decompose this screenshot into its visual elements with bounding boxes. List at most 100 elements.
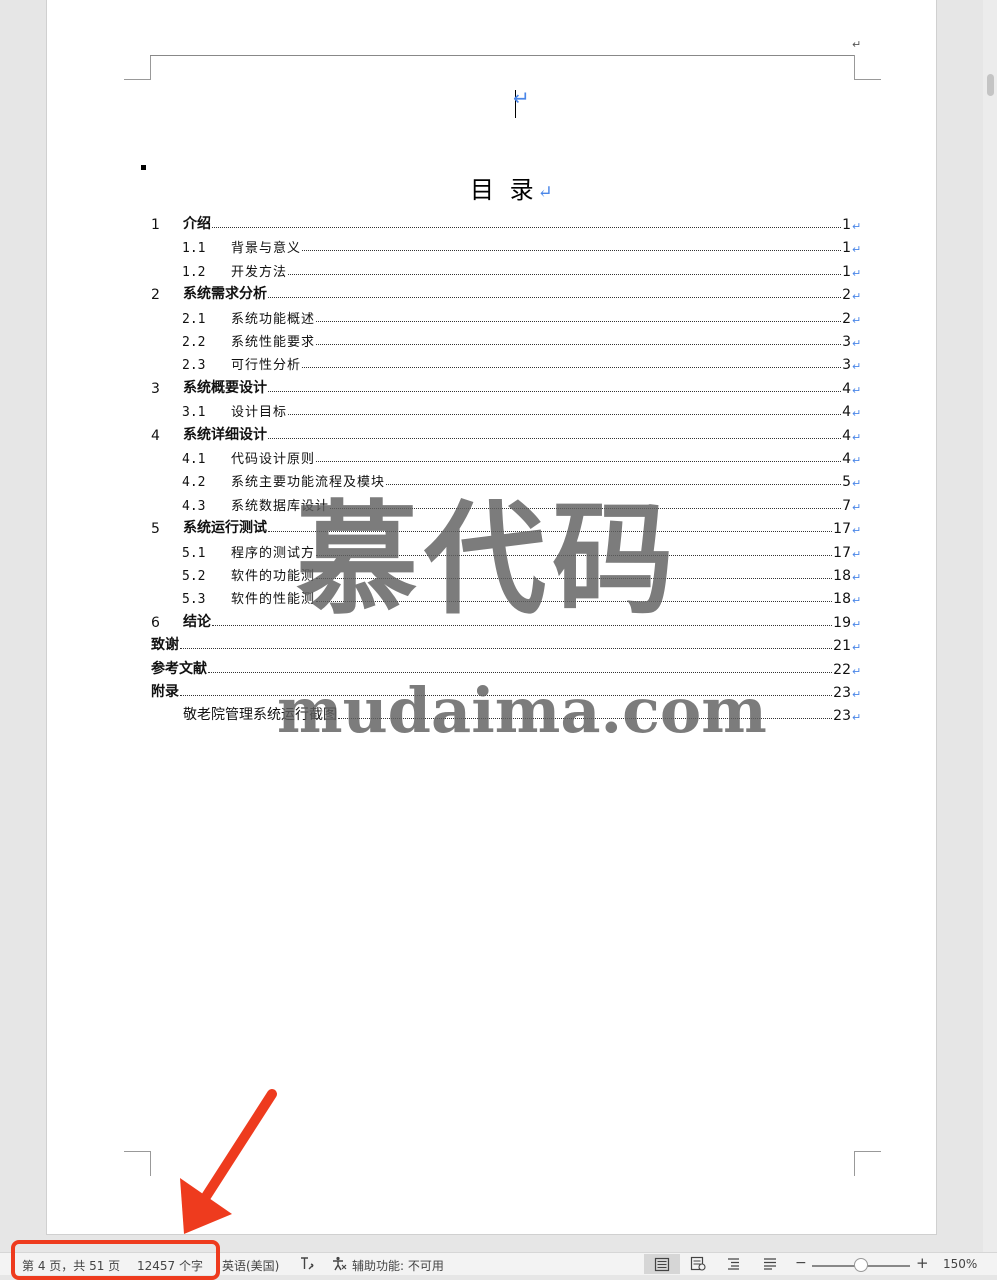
language-indicator[interactable]: 英语(美国) bbox=[222, 1257, 279, 1274]
toc-leader-dots bbox=[316, 460, 842, 462]
red-highlight-box bbox=[11, 1240, 220, 1280]
scrollbar-thumb[interactable] bbox=[987, 74, 994, 96]
toc-entry-number: 3.1 bbox=[182, 405, 206, 421]
toc-leader-dots bbox=[180, 647, 833, 650]
toc-entry[interactable]: 2.3 可行性分析 3 ↵ bbox=[151, 350, 863, 373]
toc-entry-number: 3 bbox=[151, 380, 160, 397]
toc-entry-page: 3 bbox=[842, 357, 851, 374]
arrow-shaft bbox=[195, 1089, 277, 1211]
toc-entry[interactable]: 4 系统详细设计 4 ↵ bbox=[151, 421, 863, 444]
toc-entry[interactable]: 3.1 设计目标 4 ↵ bbox=[151, 397, 863, 420]
toc-entry-number: 5.3 bbox=[182, 592, 206, 608]
track-changes-icon[interactable] bbox=[299, 1256, 315, 1271]
toc-entry-page: 23 bbox=[833, 685, 851, 701]
toc-entry-page: 21 bbox=[833, 638, 851, 655]
toc-entry-page: 4 bbox=[842, 380, 851, 397]
toc-entry[interactable]: 致谢 21 ↵ bbox=[151, 631, 863, 654]
accessibility-status[interactable]: 辅助功能: 不可用 bbox=[352, 1257, 444, 1274]
toc-entry-label: 系统性能要求 bbox=[231, 335, 316, 350]
paragraph-mark: ↵ bbox=[852, 407, 862, 421]
toc-title[interactable]: 目 录↵ bbox=[470, 170, 553, 205]
paragraph-mark: ↵ bbox=[852, 664, 862, 678]
toc-leader-dots bbox=[386, 483, 842, 486]
toc-entry[interactable]: 4.1 代码设计原则 4 ↵ bbox=[151, 444, 863, 467]
paragraph-mark: ↵ bbox=[852, 571, 862, 584]
paragraph-mark: ↵ bbox=[852, 266, 862, 280]
zoom-out-button[interactable]: − bbox=[795, 1255, 807, 1271]
toc-entry-number: 6 bbox=[151, 614, 160, 631]
toc-entry[interactable]: 1.1 背景与意义 1 ↵ bbox=[151, 233, 863, 256]
toc-entry[interactable]: 2.2 系统性能要求 3 ↵ bbox=[151, 327, 863, 350]
crop-mark-top-right bbox=[854, 55, 881, 80]
paragraph-mark: ↵ bbox=[852, 617, 862, 631]
header-return-mark: ↵ bbox=[852, 38, 862, 51]
toc-leader-dots bbox=[268, 437, 842, 439]
toc-entry-page: 5 bbox=[842, 474, 851, 491]
toc-entry-number: 5.1 bbox=[182, 545, 206, 561]
toc-title-text: 目 录 bbox=[470, 176, 538, 204]
toc-entry-number: 1.1 bbox=[182, 241, 206, 257]
outline-icon[interactable] bbox=[726, 1256, 742, 1271]
toc-entry-page: 23 bbox=[833, 708, 851, 725]
toc-entry-page: 3 bbox=[842, 334, 851, 350]
toc-entry[interactable]: 1 介绍 1 ↵ bbox=[151, 210, 863, 233]
toc-entry-page: 4 bbox=[842, 451, 851, 467]
crop-mark-bottom-left bbox=[124, 1151, 151, 1176]
draft-icon[interactable] bbox=[762, 1256, 778, 1271]
toc-entry-page: 7 bbox=[842, 497, 851, 514]
toc-entry-label: 开发方法 bbox=[231, 264, 288, 280]
toc-entry-label: 系统详细设计 bbox=[183, 426, 267, 443]
vertical-scrollbar[interactable] bbox=[983, 0, 997, 1252]
toc-entry-number: 5.2 bbox=[182, 569, 206, 584]
toc-entry[interactable]: 2.1 系统功能概述 2 ↵ bbox=[151, 304, 863, 327]
toc-entry-number: 2.2 bbox=[182, 335, 206, 350]
paragraph-mark: ↵ bbox=[852, 500, 862, 514]
paragraph-mark: ↵ bbox=[852, 524, 862, 538]
toc-entry-label: 结论 bbox=[183, 613, 211, 630]
toc-leader-dots bbox=[212, 226, 842, 228]
arrow-head bbox=[180, 1178, 232, 1234]
paragraph-mark: ↵ bbox=[852, 220, 862, 233]
paragraph-mark: ↵ bbox=[852, 477, 862, 491]
toc-entry-page: 1 bbox=[842, 240, 851, 257]
toc-entry-label: 设计目标 bbox=[231, 405, 288, 421]
paragraph-mark: ↵ bbox=[852, 547, 862, 561]
toc-entry-page: 2 bbox=[842, 310, 851, 327]
accessibility-icon[interactable] bbox=[331, 1256, 347, 1271]
toc-entry-page: 17 bbox=[833, 521, 851, 538]
toc-entry[interactable]: 2 系统需求分析 2 ↵ bbox=[151, 280, 863, 303]
paragraph-mark: ↵ bbox=[852, 243, 862, 257]
toc-entry-label: 致谢 bbox=[151, 637, 179, 654]
paragraph-mark: ↵ bbox=[513, 86, 530, 110]
toc-leader-dots bbox=[288, 413, 842, 416]
toc-entry-number: 1.2 bbox=[182, 264, 206, 280]
anchor-marker bbox=[141, 165, 146, 170]
toc-entry-page: 19 bbox=[833, 614, 851, 631]
toc-entry-number: 2.1 bbox=[182, 311, 206, 327]
toc-leader-dots bbox=[288, 273, 842, 275]
toc-entry[interactable]: 3 系统概要设计 4 ↵ bbox=[151, 374, 863, 397]
header-rule bbox=[150, 55, 854, 56]
watermark-english: mudaima.com bbox=[277, 674, 767, 747]
print-layout-icon bbox=[654, 1257, 670, 1272]
toc-entry-label: 系统运行测试 bbox=[183, 520, 267, 537]
zoom-in-button[interactable]: + bbox=[916, 1254, 929, 1272]
web-layout-icon[interactable] bbox=[690, 1256, 706, 1271]
toc-entry[interactable]: 1.2 开发方法 1 ↵ bbox=[151, 257, 863, 280]
toc-entry-page: 4 bbox=[842, 404, 851, 421]
watermark-chinese: 慕代码 bbox=[296, 487, 680, 631]
paragraph-mark: ↵ bbox=[852, 290, 862, 304]
toc-entry-number: 4.1 bbox=[182, 452, 206, 467]
toc-leader-dots bbox=[302, 249, 842, 252]
toc-leader-dots bbox=[208, 671, 833, 673]
toc-entry-label: 系统功能概述 bbox=[231, 311, 316, 327]
toc-entry-label: 附录 bbox=[151, 684, 179, 700]
toc-title-mark: ↵ bbox=[537, 182, 553, 203]
zoom-level[interactable]: 150% bbox=[943, 1257, 977, 1271]
crop-mark-bottom-right bbox=[854, 1151, 881, 1176]
toc-entry-page: 1 bbox=[842, 217, 851, 233]
toc-entry-number: 4.2 bbox=[182, 475, 206, 491]
toc-entry-number: 5 bbox=[151, 521, 160, 538]
print-layout-button[interactable] bbox=[644, 1254, 680, 1274]
zoom-slider-knob[interactable] bbox=[854, 1258, 868, 1272]
